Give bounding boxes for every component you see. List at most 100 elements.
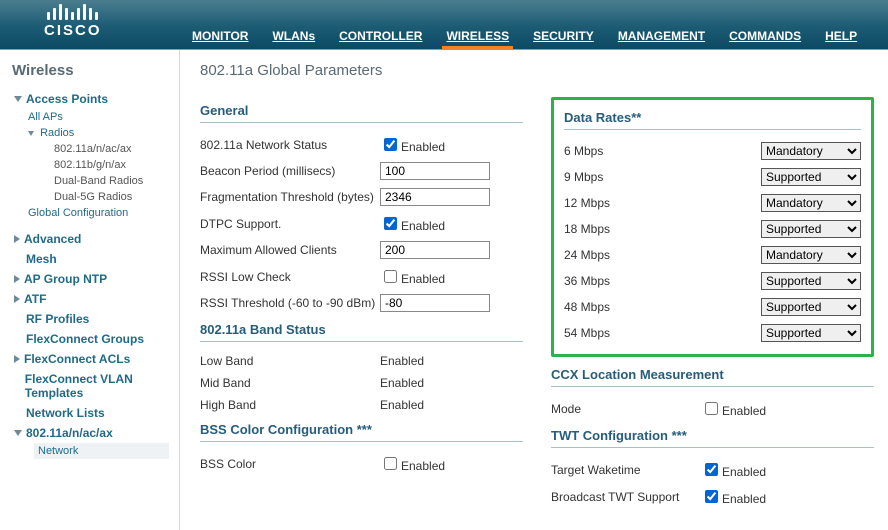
sidebar-radio-item[interactable]: Dual-5G Radios [54,189,169,205]
sidebar-network-lists[interactable]: Network Lists [14,403,169,423]
twt-checkbox[interactable] [705,463,718,476]
label: 18 Mbps [564,222,714,236]
label: High Band [200,398,380,412]
sidebar-item-label: ATF [24,292,46,306]
sidebar-item-label: Mesh [26,252,57,266]
label: RSSI Low Check [200,270,380,284]
label: Target Waketime [551,463,701,477]
sidebar-radio-item[interactable]: 802.11a/n/ac/ax [54,141,169,157]
sidebar-radio-item[interactable]: Dual-Band Radios [54,173,169,189]
data-rate-select[interactable]: MandatorySupportedDisabled [761,298,861,316]
sidebar-flexconnect-vlan[interactable]: FlexConnect VLAN Templates [14,369,169,403]
sidebar-item-label: FlexConnect VLAN Templates [25,372,169,400]
cisco-bars-icon [44,4,102,20]
topnav-management[interactable]: MANAGEMENT [606,23,717,49]
label: 36 Mbps [564,274,714,288]
label: 6 Mbps [564,144,714,158]
section-ccx: CCX Location Measurement [551,367,874,387]
data-rate-select[interactable]: MandatorySupportedDisabled [761,220,861,238]
sidebar-ap-group-ntp[interactable]: AP Group NTP [14,269,169,289]
beacon-input[interactable] [380,162,490,180]
sidebar-global-config[interactable]: Global Configuration [28,205,169,221]
label: Broadcast TWT Support [551,490,701,504]
row-data-rate: 12 Mbps MandatorySupportedDisabled [564,190,861,216]
row-data-rate: 24 Mbps MandatorySupportedDisabled [564,242,861,268]
value: Enabled [380,354,523,368]
data-rate-select[interactable]: MandatorySupportedDisabled [761,272,861,290]
row-rssi-threshold: RSSI Threshold (-60 to -90 dBm) [200,290,523,316]
sidebar-access-points[interactable]: Access Points [14,89,169,109]
sidebar-rf-profiles[interactable]: RF Profiles [14,309,169,329]
sidebar-flexconnect-groups[interactable]: FlexConnect Groups [14,329,169,349]
label: 12 Mbps [564,196,714,210]
label: 9 Mbps [564,170,714,184]
row-max-clients: Maximum Allowed Clients [200,237,523,263]
brand-text: CISCO [44,22,102,39]
sidebar-flexconnect-acls[interactable]: FlexConnect ACLs [14,349,169,369]
data-rate-select[interactable]: MandatorySupportedDisabled [761,194,861,212]
sidebar-radios[interactable]: Radios [28,125,169,141]
rssi-threshold-input[interactable] [380,294,490,312]
chevron-down-icon [14,96,22,102]
label: Fragmentation Threshold (bytes) [200,190,380,204]
value: Enabled [380,398,523,412]
topnav-security[interactable]: SECURITY [521,23,606,49]
sidebar-item-label: Radios [40,127,74,139]
checkbox-label: Enabled [401,459,445,473]
sidebar-item-label: RF Profiles [26,312,89,326]
label: Beacon Period (millisecs) [200,164,380,178]
network-status-checkbox[interactable] [384,138,397,151]
sidebar-80211a[interactable]: 802.11a/n/ac/ax [14,423,169,443]
top-banner: CISCO MONITORWLANsCONTROLLERWIRELESSSECU… [0,0,888,50]
topnav-monitor[interactable]: MONITOR [180,23,260,49]
fragmentation-input[interactable] [380,188,490,206]
topnav-controller[interactable]: CONTROLLER [327,23,434,49]
topnav-wireless[interactable]: WIRELESS [434,23,521,49]
sidebar-all-aps[interactable]: All APs [28,109,169,125]
sidebar-item-label: Advanced [24,232,81,246]
bss-color-checkbox[interactable] [384,457,397,470]
sidebar-mesh[interactable]: Mesh [14,249,169,269]
sidebar-radio-item[interactable]: 802.11b/g/n/ax [54,157,169,173]
data-rate-select[interactable]: MandatorySupportedDisabled [761,246,861,264]
sidebar-network[interactable]: Network [34,443,169,459]
label: DTPC Support. [200,217,380,231]
row-data-rate: 36 Mbps MandatorySupportedDisabled [564,268,861,294]
dtpc-checkbox[interactable] [384,217,397,230]
max-clients-input[interactable] [380,241,490,259]
row-fragmentation: Fragmentation Threshold (bytes) [200,184,523,210]
label: 54 Mbps [564,326,714,340]
section-general: General [200,103,523,123]
value: Enabled [380,376,523,390]
data-rate-select[interactable]: MandatorySupportedDisabled [761,168,861,186]
right-column: Data Rates** 6 Mbps MandatorySupportedDis… [551,97,874,510]
twt-checkbox[interactable] [705,490,718,503]
label: 24 Mbps [564,248,714,262]
sidebar-item-label: 802.11a/n/ac/ax [26,426,113,440]
rssi-low-checkbox[interactable] [384,270,397,283]
row-network-status: 802.11a Network Status Enabled [200,131,523,158]
checkbox-label: Enabled [722,404,766,418]
section-data-rates: Data Rates** [564,110,861,130]
data-rate-select[interactable]: MandatorySupportedDisabled [761,142,861,160]
brand-logo: CISCO [44,4,102,39]
row-ccx-mode: Mode Enabled [551,395,874,422]
label: 802.11a Network Status [200,138,380,152]
row-data-rate: 48 Mbps MandatorySupportedDisabled [564,294,861,320]
label: 48 Mbps [564,300,714,314]
checkbox-label: Enabled [401,219,445,233]
row-band: Mid BandEnabled [200,372,523,394]
sidebar: Wireless Access Points All APs Radios 80… [0,50,180,530]
sidebar-atf[interactable]: ATF [14,289,169,309]
label: Mid Band [200,376,380,390]
left-column: General 802.11a Network Status Enabled B… [200,97,523,510]
sidebar-advanced[interactable]: Advanced [14,229,169,249]
data-rate-select[interactable]: MandatorySupportedDisabled [761,324,861,342]
topnav-wlans[interactable]: WLANs [260,23,327,49]
topnav-commands[interactable]: COMMANDS [717,23,813,49]
ccx-mode-checkbox[interactable] [705,402,718,415]
section-band: 802.11a Band Status [200,322,523,342]
row-data-rate: 9 Mbps MandatorySupportedDisabled [564,164,861,190]
page-title: 802.11a Global Parameters [200,62,874,79]
topnav-help[interactable]: HELP [813,23,869,49]
